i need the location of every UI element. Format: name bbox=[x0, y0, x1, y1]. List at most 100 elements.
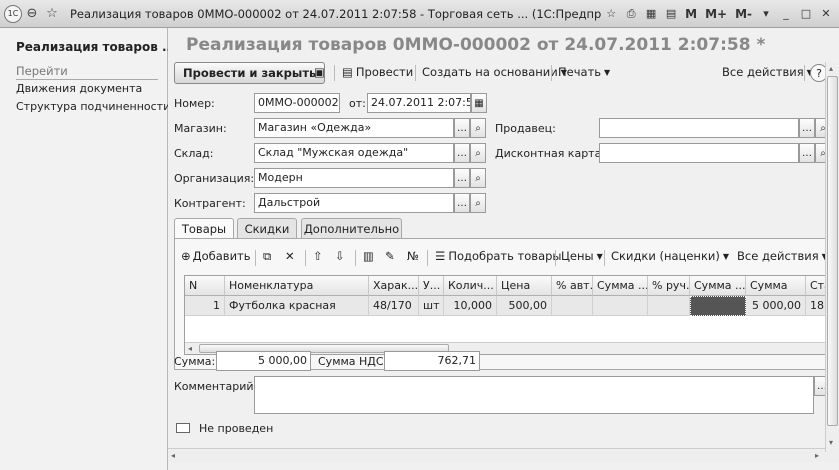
form-vertical-scroll-thumb[interactable] bbox=[827, 76, 838, 426]
tab-discounts[interactable]: Скидки bbox=[237, 218, 297, 238]
calculator-icon[interactable]: ▦ bbox=[642, 5, 660, 23]
table-cell-nomenclature[interactable]: Футболка красная bbox=[225, 296, 369, 316]
move-up-icon[interactable]: ⇧ bbox=[313, 249, 323, 263]
document-status-icon bbox=[176, 423, 190, 433]
organization-field[interactable]: Модерн bbox=[254, 168, 454, 188]
table-cell-auto-percent[interactable] bbox=[552, 296, 593, 316]
goods-table[interactable]: N Номенклатура Харак... У... Колич... Це… bbox=[184, 275, 835, 355]
column-header-sum[interactable]: Сумма bbox=[746, 276, 806, 296]
minimize-icon[interactable]: _ bbox=[777, 5, 795, 23]
seller-field[interactable] bbox=[599, 118, 799, 138]
scroll-right-icon[interactable]: ▸ bbox=[815, 451, 819, 460]
table-all-actions-button[interactable]: Все действия▼ bbox=[737, 249, 828, 263]
discounts-markups-label: Скидки (наценки) bbox=[611, 249, 720, 263]
pencil-icon[interactable]: ✎ bbox=[385, 249, 395, 263]
copy-row-icon[interactable]: ⧉ bbox=[263, 249, 271, 264]
shop-label: Магазин: bbox=[174, 122, 227, 135]
app-logo-icon[interactable]: 1С bbox=[4, 4, 22, 23]
column-header-nomenclature[interactable]: Номенклатура bbox=[225, 276, 369, 296]
pick-goods-label: Подобрать товары bbox=[448, 249, 562, 263]
post-and-close-button[interactable]: Провести и закрыть bbox=[174, 62, 326, 84]
discount-card-field[interactable] bbox=[599, 143, 799, 163]
document-form: Реализация товаров 0ММО-000002 от 24.07.… bbox=[168, 28, 839, 470]
create-based-on-button[interactable]: Создать на основании ▼ bbox=[422, 65, 567, 79]
table-cell-sum[interactable]: 5 000,00 bbox=[746, 296, 806, 316]
table-cell-price[interactable]: 500,00 bbox=[497, 296, 552, 316]
move-down-icon[interactable]: ⇩ bbox=[335, 249, 345, 263]
contractor-open-search-icon[interactable]: ⌕ bbox=[470, 193, 486, 213]
organization-label: Организация: bbox=[174, 172, 255, 185]
warehouse-open-search-icon[interactable]: ⌕ bbox=[470, 143, 486, 163]
memory-m-button[interactable]: M bbox=[682, 7, 700, 21]
table-cell-quantity[interactable]: 10,000 bbox=[444, 296, 497, 316]
date-label: от: bbox=[349, 97, 366, 110]
scroll-down-icon[interactable]: ▾ bbox=[829, 438, 833, 447]
dropdown-icon[interactable]: ▾ bbox=[757, 5, 775, 23]
table-cell-n[interactable]: 1 bbox=[185, 296, 225, 316]
calendar-picker-icon[interactable]: ▦ bbox=[471, 93, 487, 113]
column-header-auto-percent[interactable]: % авт. bbox=[552, 276, 593, 296]
favorite-star-icon-right[interactable]: ☆ bbox=[602, 5, 620, 23]
seller-select-button[interactable]: … bbox=[799, 118, 815, 138]
post-button[interactable]: ▤ Провести bbox=[342, 65, 413, 79]
scroll-left-icon[interactable]: ◂ bbox=[171, 451, 175, 460]
column-header-auto-sum[interactable]: Сумма ... bbox=[593, 276, 648, 296]
date-field[interactable]: 24.07.2011 2:07:58 bbox=[367, 93, 471, 113]
toolbar-divider bbox=[604, 250, 605, 266]
number-field[interactable]: 0ММО-000002 bbox=[254, 93, 340, 113]
numbered-list-icon[interactable]: № bbox=[407, 249, 419, 263]
back-circle-icon[interactable]: ⊖ bbox=[22, 6, 42, 21]
scroll-up-icon[interactable]: ▴ bbox=[829, 64, 833, 73]
discounts-markups-button[interactable]: Скидки (наценки) ▼ bbox=[611, 249, 729, 263]
memory-mplus-button[interactable]: M+ bbox=[702, 7, 730, 21]
barcode-icon[interactable]: ▥ bbox=[363, 249, 374, 263]
warehouse-select-button[interactable]: … bbox=[454, 143, 470, 163]
column-header-characteristic[interactable]: Харак... bbox=[369, 276, 419, 296]
table-cell-auto-sum[interactable] bbox=[593, 296, 648, 316]
tab-additional[interactable]: Дополнительно bbox=[301, 218, 402, 238]
pick-goods-button[interactable]: ☰ Подобрать товары bbox=[435, 249, 562, 263]
toolbar-divider bbox=[804, 65, 805, 81]
table-cell-manual-percent[interactable] bbox=[648, 296, 690, 316]
warehouse-field[interactable]: Склад "Мужская одежда" bbox=[254, 143, 454, 163]
column-header-manual-sum[interactable]: Сумма ... bbox=[690, 276, 746, 296]
shop-select-button[interactable]: … bbox=[454, 118, 470, 138]
form-horizontal-scrollbar[interactable]: ◂ ▸ bbox=[168, 448, 839, 462]
calendar-icon[interactable]: ▤ bbox=[662, 5, 680, 23]
print-button[interactable]: Печать ▼ bbox=[558, 65, 610, 79]
sidebar-link-document-movements[interactable]: Движения документа bbox=[16, 82, 142, 95]
save-icon[interactable]: ▣ bbox=[314, 65, 325, 79]
organization-select-button[interactable]: … bbox=[454, 168, 470, 188]
organization-open-search-icon[interactable]: ⌕ bbox=[470, 168, 486, 188]
scroll-left-icon[interactable]: ◂ bbox=[188, 344, 192, 353]
comment-field[interactable] bbox=[254, 376, 814, 414]
column-header-price[interactable]: Цена bbox=[497, 276, 552, 296]
table-cell-manual-sum-selected[interactable] bbox=[690, 296, 746, 316]
column-header-quantity[interactable]: Колич... bbox=[444, 276, 497, 296]
maximize-icon[interactable]: □ bbox=[797, 5, 815, 23]
contractor-select-button[interactable]: … bbox=[454, 193, 470, 213]
tab-goods[interactable]: Товары bbox=[174, 218, 234, 239]
form-vertical-scrollbar[interactable]: ▴ ▾ bbox=[825, 62, 839, 452]
memory-mminus-button[interactable]: M- bbox=[732, 7, 755, 21]
favorite-star-icon[interactable]: ☆ bbox=[42, 6, 62, 21]
prices-button[interactable]: Цены ▼ bbox=[561, 249, 603, 263]
column-header-unit[interactable]: У... bbox=[419, 276, 444, 296]
sidebar-link-subordination-structure[interactable]: Структура подчиненности bbox=[16, 100, 170, 113]
close-icon[interactable]: ✕ bbox=[817, 5, 835, 23]
sidebar-goto-header: Перейти bbox=[16, 64, 158, 80]
discount-card-select-button[interactable]: … bbox=[799, 143, 815, 163]
toolbar-divider bbox=[415, 65, 416, 81]
column-header-manual-percent[interactable]: % руч. bbox=[648, 276, 690, 296]
column-header-n[interactable]: N bbox=[185, 276, 225, 296]
shop-open-search-icon[interactable]: ⌕ bbox=[470, 118, 486, 138]
print-icon[interactable]: ⎙ bbox=[622, 5, 640, 23]
add-row-button[interactable]: ⊕ Добавить bbox=[181, 249, 251, 263]
shop-field[interactable]: Магазин «Одежда» bbox=[254, 118, 454, 138]
delete-row-icon[interactable]: ✕ bbox=[285, 249, 295, 263]
print-button-label: Печать bbox=[558, 65, 602, 79]
all-actions-button[interactable]: Все действия▼ bbox=[722, 65, 813, 79]
table-cell-unit[interactable]: шт bbox=[419, 296, 444, 316]
contractor-field[interactable]: Дальстрой bbox=[254, 193, 454, 213]
table-cell-characteristic[interactable]: 48/170 bbox=[369, 296, 419, 316]
